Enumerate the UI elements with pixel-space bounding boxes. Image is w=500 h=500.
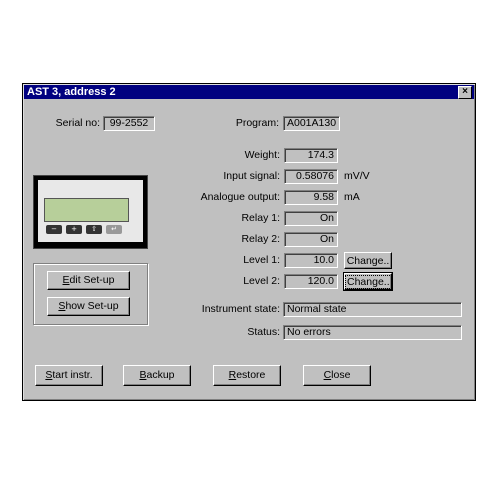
weight-label: Weight: [244,149,280,161]
input-signal-label: Input signal: [223,170,280,182]
instrument-state-label: Instrument state: [201,303,280,315]
level1-label: Level 1: [243,254,280,266]
program-label: Program: [235,117,279,129]
restore-label: estore [236,369,266,381]
edit-setup-accel: E [62,274,70,286]
start-instr-button[interactable]: Start instr. [35,365,103,386]
enter-key-icon: ↵ [106,225,122,234]
shift-key-icon: ⇧ [86,225,102,234]
close-window-button[interactable]: × [458,86,472,99]
close-icon: × [462,86,468,97]
analogue-output-unit: mA [344,191,360,203]
minus-key-icon: − [46,225,62,234]
analogue-output-label: Analogue output: [200,191,280,203]
level2-label: Level 2: [243,275,280,287]
instrument-illustration: − + ⇧ ↵ [33,175,148,249]
window-title: AST 3, address 2 [27,86,116,98]
relay2-label: Relay 2: [241,233,280,245]
edit-setup-label: dit Set-up [69,274,115,286]
close-label: lose [331,369,351,381]
relay1-field: On [284,211,338,226]
show-setup-label: how Set-up [65,300,119,312]
instrument-state-field: Normal state [283,302,462,317]
restore-button[interactable]: Restore [213,365,281,386]
relay2-field: On [284,232,338,247]
level2-field: 120.0 [284,274,338,289]
status-label: Status: [247,326,280,338]
serial-label: Serial no: [55,117,100,129]
level2-change-label: Change.. [345,275,392,289]
start-instr-label: tart instr. [52,369,93,381]
title-bar: AST 3, address 2 × [24,85,474,99]
status-field: No errors [283,325,462,340]
input-signal-field: 0.58076 [284,169,338,184]
level1-change-button[interactable]: Change.. [344,252,392,269]
relay1-label: Relay 1: [241,212,280,224]
instrument-display [44,198,129,222]
show-setup-button[interactable]: Show Set-up [47,297,130,316]
close-button[interactable]: Close [303,365,371,386]
backup-button[interactable]: Backup [123,365,191,386]
serial-field: 99-2552 [103,116,155,131]
backup-label: ackup [146,369,175,381]
input-signal-unit: mV/V [344,170,370,182]
instrument-front-panel: − + ⇧ ↵ [38,180,143,242]
level1-field: 10.0 [284,253,338,268]
analogue-output-field: 9.58 [284,190,338,205]
weight-field: 174.3 [284,148,338,163]
program-field: A001A130 [283,116,340,131]
level2-change-button[interactable]: Change.. [343,272,393,291]
edit-setup-button[interactable]: Edit Set-up [47,271,130,290]
plus-key-icon: + [66,225,82,234]
